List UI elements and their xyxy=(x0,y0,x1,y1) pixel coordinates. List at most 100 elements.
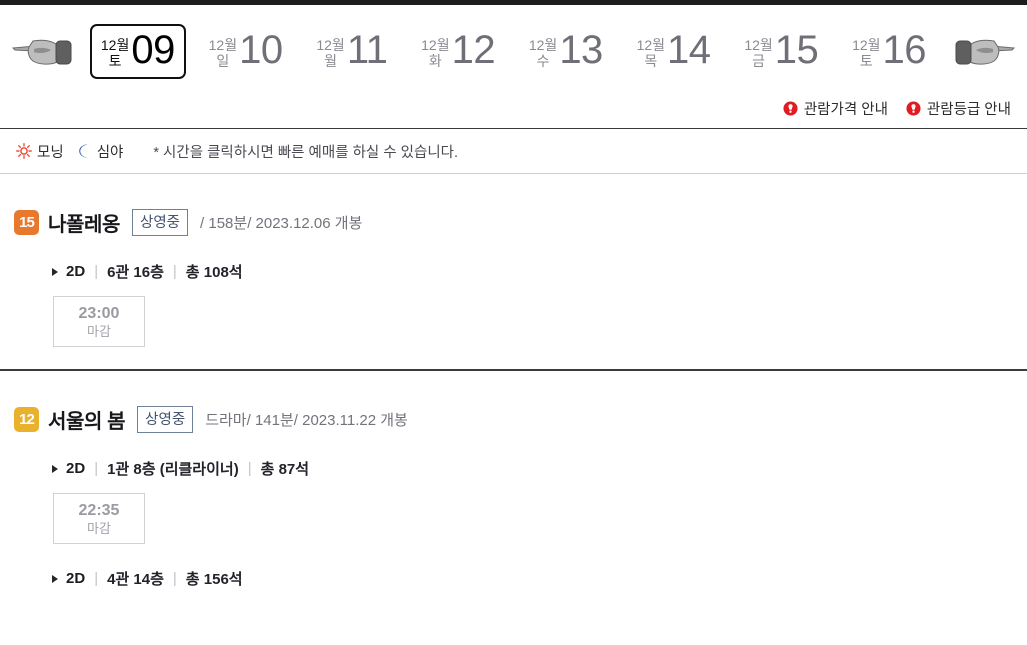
hall-header: 2D | 6관 16층 | 총 108석 xyxy=(52,261,1027,282)
date-month-10: 12월 xyxy=(208,36,238,53)
hall-separator: | xyxy=(172,570,177,587)
date-mini-12: 12월 화 xyxy=(421,36,450,69)
movie-header: 12 서울의 봄 상영중 드라마/ 141분/ 2023.11.22 개봉 xyxy=(0,405,1027,434)
date-month-15: 12월 xyxy=(744,36,773,53)
hand-pointer-left-icon xyxy=(11,39,72,65)
date-cell-09[interactable]: 12월 토 09 xyxy=(89,24,186,79)
warning-circle-icon xyxy=(906,101,921,116)
legend-bar: 모닝 심야 * 시간을 클릭하시면 빠른 예매를 하실 수 있습니다. xyxy=(0,128,1027,174)
date-cell-15[interactable]: 12월 금 15 xyxy=(733,24,829,79)
hall-block: 2D | 1관 8층 (리클라이너) | 총 87석 22:35 마감 xyxy=(0,458,1027,544)
movie-title[interactable]: 서울의 봄 xyxy=(48,405,126,434)
movie-list: 15 나폴레옹 상영중 / 158분/ 2023.12.06 개봉 2D | 6… xyxy=(0,174,1027,589)
hall-format: 2D xyxy=(66,460,86,477)
date-cell-12[interactable]: 12월 화 12 xyxy=(410,24,506,79)
date-month-13: 12월 xyxy=(528,36,558,53)
rating-badge: 12 xyxy=(14,407,39,432)
status-badge: 상영중 xyxy=(137,406,194,433)
movie-section: 12 서울의 봄 상영중 드라마/ 141분/ 2023.11.22 개봉 2D… xyxy=(0,369,1027,589)
date-cell-13[interactable]: 12월 수 13 xyxy=(518,24,614,79)
hall-separator: | xyxy=(94,570,99,587)
date-mini-15: 12월 금 xyxy=(744,36,773,69)
showtime-time: 22:35 xyxy=(78,501,120,519)
date-month-14: 12월 xyxy=(636,36,666,53)
showtime-list: 22:35 마감 xyxy=(52,493,1027,544)
date-dow-12: 화 xyxy=(428,52,442,69)
movie-meta: / 158분/ 2023.12.06 개봉 xyxy=(200,215,363,232)
legend-late-night: 심야 xyxy=(76,141,123,162)
triangle-icon xyxy=(52,464,58,473)
date-cell-11[interactable]: 12월 월 11 xyxy=(305,24,398,79)
date-mini-16: 12월 토 xyxy=(852,36,881,69)
date-day-14: 14 xyxy=(667,28,711,72)
showtime-button[interactable]: 22:35 마감 xyxy=(53,493,145,544)
hall-separator: | xyxy=(94,460,99,477)
date-cell-16[interactable]: 12월 토 16 xyxy=(841,24,937,79)
hall-separator: | xyxy=(94,263,99,280)
hall-header: 2D | 1관 8층 (리클라이너) | 총 87석 xyxy=(52,458,1027,479)
date-dow-10: 일 xyxy=(216,52,230,69)
date-cell-14[interactable]: 12월 목 14 xyxy=(626,24,722,79)
rating-guide-link[interactable]: 관람등급 안내 xyxy=(906,98,1011,119)
date-day-10: 10 xyxy=(239,28,283,72)
status-badge: 상영중 xyxy=(132,209,189,236)
hall-block: 2D | 6관 16층 | 총 108석 23:00 마감 xyxy=(0,261,1027,347)
legend-note: * 시간을 클릭하시면 빠른 예매를 하실 수 있습니다. xyxy=(153,144,459,161)
movie-meta: 드라마/ 141분/ 2023.11.22 개봉 xyxy=(205,412,408,429)
movie-title[interactable]: 나폴레옹 xyxy=(48,208,120,237)
date-mini-13: 12월 수 xyxy=(528,36,558,69)
rating-guide-label: 관람등급 안내 xyxy=(926,102,1011,118)
date-day-15: 15 xyxy=(774,28,819,72)
date-cell-10[interactable]: 12월 일 10 xyxy=(198,24,294,79)
next-week-button[interactable] xyxy=(949,30,1021,74)
date-month-16: 12월 xyxy=(852,36,881,53)
date-navigation: 12월 토 09 12월 일 10 12월 월 11 12월 화 12 12월 … xyxy=(0,5,1027,98)
date-day-11: 11 xyxy=(346,28,388,72)
date-day-12: 12 xyxy=(451,28,496,72)
triangle-icon xyxy=(52,267,58,276)
hall-name: 6관 16층 xyxy=(107,264,164,281)
date-month-11: 12월 xyxy=(316,36,345,53)
info-links: 관람가격 안내 관람등급 안내 xyxy=(0,98,1027,128)
hall-header: 2D | 4관 14층 | 총 156석 xyxy=(52,568,1027,589)
price-guide-link[interactable]: 관람가격 안내 xyxy=(783,98,888,119)
legend-morning-label: 모닝 xyxy=(37,144,64,161)
hall-seats: 총 87석 xyxy=(260,461,310,478)
hand-pointer-right-icon xyxy=(955,39,1016,65)
movie-header: 15 나폴레옹 상영중 / 158분/ 2023.12.06 개봉 xyxy=(0,208,1027,237)
hall-format: 2D xyxy=(66,263,86,280)
showtime-state: 마감 xyxy=(87,520,111,536)
showtime-time: 23:00 xyxy=(78,304,120,322)
movie-section: 15 나폴레옹 상영중 / 158분/ 2023.12.06 개봉 2D | 6… xyxy=(0,174,1027,347)
hall-separator: | xyxy=(247,460,252,477)
hall-seats: 총 156석 xyxy=(185,571,243,588)
date-mini-11: 12월 월 xyxy=(316,36,345,69)
date-list: 12월 토 09 12월 일 10 12월 월 11 12월 화 12 12월 … xyxy=(78,5,949,98)
date-dow-16: 토 xyxy=(859,52,873,69)
warning-circle-icon xyxy=(783,101,798,116)
date-month-12: 12월 xyxy=(421,36,450,53)
showtime-state: 마감 xyxy=(87,323,111,339)
date-dow-15: 금 xyxy=(752,52,765,69)
date-day-09: 09 xyxy=(131,28,175,72)
date-dow-11: 월 xyxy=(324,52,338,69)
showtime-list: 23:00 마감 xyxy=(52,296,1027,347)
date-month-09: 12월 xyxy=(100,36,130,53)
prev-week-button[interactable] xyxy=(6,30,78,74)
hall-separator: | xyxy=(172,263,177,280)
legend-morning: 모닝 xyxy=(16,141,64,162)
hall-seats: 총 108석 xyxy=(185,264,243,281)
date-mini-14: 12월 목 xyxy=(636,36,666,69)
date-mini-10: 12월 일 xyxy=(208,36,238,69)
price-guide-label: 관람가격 안내 xyxy=(803,102,888,118)
date-day-13: 13 xyxy=(559,28,603,72)
date-dow-09: 토 xyxy=(108,52,122,69)
hall-block: 2D | 4관 14층 | 총 156석 xyxy=(0,568,1027,589)
date-day-16: 16 xyxy=(882,28,927,72)
moon-icon xyxy=(78,144,88,158)
hall-name: 1관 8층 (리클라이너) xyxy=(107,461,239,478)
showtime-button[interactable]: 23:00 마감 xyxy=(53,296,145,347)
hall-format: 2D xyxy=(66,570,86,587)
triangle-icon xyxy=(52,574,58,583)
rating-badge: 15 xyxy=(14,210,39,235)
